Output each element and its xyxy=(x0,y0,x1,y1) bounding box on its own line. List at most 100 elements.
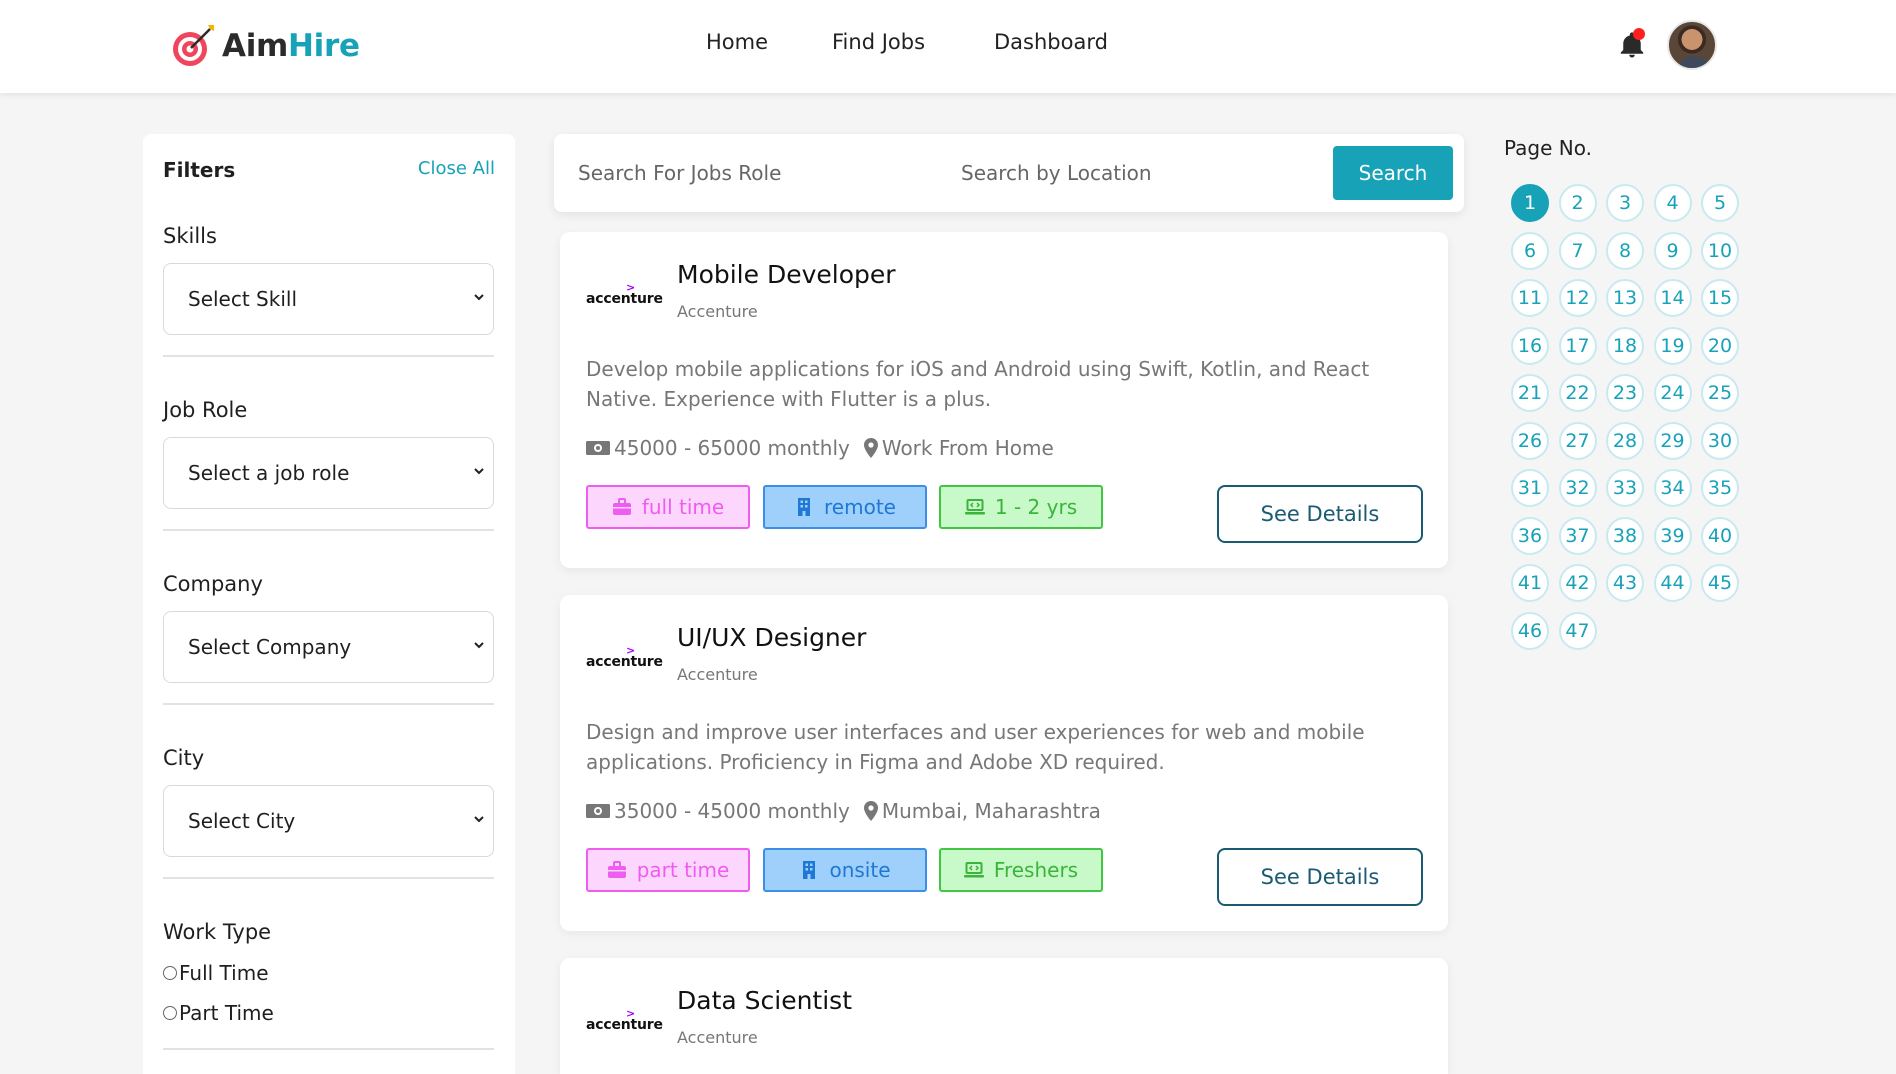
page-22-button[interactable]: 22 xyxy=(1558,374,1597,412)
divider xyxy=(163,703,494,705)
page-42-button[interactable]: 42 xyxy=(1558,564,1597,602)
see-details-button[interactable]: See Details xyxy=(1217,848,1423,906)
page-16-button[interactable]: 16 xyxy=(1511,326,1549,365)
page-30-button[interactable]: 30 xyxy=(1701,421,1739,460)
page-21-button[interactable]: 21 xyxy=(1511,374,1549,412)
job-description: Develop mobile applications for iOS and … xyxy=(586,357,1370,411)
company-logo-text: accenture xyxy=(586,1017,663,1033)
page-45-button[interactable]: 45 xyxy=(1701,564,1739,602)
job-company: Accenture xyxy=(677,302,758,321)
city-select[interactable]: Select City xyxy=(163,785,494,857)
page-23-button[interactable]: 23 xyxy=(1606,374,1644,412)
laptop-code-icon xyxy=(964,499,985,515)
page-10-button[interactable]: 10 xyxy=(1701,231,1739,270)
page-13-button[interactable]: 13 xyxy=(1606,279,1644,317)
page-38-button[interactable]: 38 xyxy=(1606,516,1644,555)
page-44-button[interactable]: 44 xyxy=(1653,564,1692,602)
job-type-tag[interactable]: full time xyxy=(586,485,750,529)
work-type-part-time[interactable]: Part Time xyxy=(163,1001,274,1025)
location-search-input[interactable] xyxy=(961,152,1321,194)
avatar[interactable] xyxy=(1667,20,1717,70)
job-role-select[interactable]: Select a job role xyxy=(163,437,494,509)
work-mode-tag[interactable]: remote xyxy=(763,485,927,529)
nav-dashboard[interactable]: Dashboard xyxy=(994,30,1108,54)
page-17-button[interactable]: 17 xyxy=(1558,326,1597,365)
page-39-button[interactable]: 39 xyxy=(1653,516,1692,555)
page-34-button[interactable]: 34 xyxy=(1653,469,1692,507)
close-all-button[interactable]: Close All xyxy=(418,158,495,179)
chevron-down-icon xyxy=(474,294,484,301)
work-type-full-time[interactable]: Full Time xyxy=(163,961,269,985)
company-label: Company xyxy=(163,572,263,596)
company-select[interactable]: Select Company xyxy=(163,611,494,683)
job-title: Data Scientist xyxy=(677,986,852,1015)
chevron-down-icon xyxy=(474,642,484,649)
nav-home[interactable]: Home xyxy=(706,30,768,54)
skills-select[interactable]: Select Skill xyxy=(163,263,494,335)
radio-button[interactable] xyxy=(163,966,177,980)
page-32-button[interactable]: 32 xyxy=(1558,469,1597,507)
page-24-button[interactable]: 24 xyxy=(1653,374,1692,412)
brand-name: AimHire xyxy=(222,28,360,64)
page-1-button[interactable]: 1 xyxy=(1511,184,1549,222)
filters-panel: Filters Close All Skills Select Skill Jo… xyxy=(143,134,515,1074)
page-11-button[interactable]: 11 xyxy=(1511,279,1549,317)
page-3-button[interactable]: 3 xyxy=(1606,184,1644,222)
job-company: Accenture xyxy=(677,665,758,684)
job-type-tag[interactable]: part time xyxy=(586,848,750,892)
city-select-value: Select City xyxy=(188,809,296,833)
page-40-button[interactable]: 40 xyxy=(1701,516,1739,555)
job-title: Mobile Developer xyxy=(677,260,896,289)
page-35-button[interactable]: 35 xyxy=(1701,469,1739,507)
page-43-button[interactable]: 43 xyxy=(1606,564,1644,602)
company-logo-text: accenture xyxy=(586,291,663,307)
page-31-button[interactable]: 31 xyxy=(1511,469,1549,507)
search-button[interactable]: Search xyxy=(1333,146,1453,200)
skills-label: Skills xyxy=(163,224,217,248)
page-28-button[interactable]: 28 xyxy=(1606,421,1644,460)
page-6-button[interactable]: 6 xyxy=(1511,231,1549,270)
page-14-button[interactable]: 14 xyxy=(1653,279,1692,317)
job-role-search-input[interactable] xyxy=(578,152,918,194)
page-46-button[interactable]: 46 xyxy=(1511,611,1549,650)
page-19-button[interactable]: 19 xyxy=(1653,326,1692,365)
job-card: > accenture UI/UX Designer Accenture Des… xyxy=(560,595,1448,931)
page-4-button[interactable]: 4 xyxy=(1653,184,1692,222)
job-card: > accenture Data Scientist Accenture xyxy=(560,958,1448,1074)
page-9-button[interactable]: 9 xyxy=(1653,231,1692,270)
page-20-button[interactable]: 20 xyxy=(1701,326,1739,365)
nav-find-jobs[interactable]: Find Jobs xyxy=(832,30,925,54)
page-36-button[interactable]: 36 xyxy=(1511,516,1549,555)
page-7-button[interactable]: 7 xyxy=(1558,231,1597,270)
page-5-button[interactable]: 5 xyxy=(1701,184,1739,222)
job-description: Design and improve user interfaces and u… xyxy=(586,720,1365,774)
page-12-button[interactable]: 12 xyxy=(1558,279,1597,317)
map-pin-icon xyxy=(863,801,878,821)
money-icon xyxy=(586,441,610,455)
page-29-button[interactable]: 29 xyxy=(1653,421,1692,460)
page-25-button[interactable]: 25 xyxy=(1701,374,1739,412)
job-role-select-value: Select a job role xyxy=(188,461,350,485)
navbar: AimHire Home Find Jobs Dashboard xyxy=(0,0,1896,93)
page-15-button[interactable]: 15 xyxy=(1701,279,1739,317)
page-26-button[interactable]: 26 xyxy=(1511,421,1549,460)
page-2-button[interactable]: 2 xyxy=(1558,184,1597,222)
page-18-button[interactable]: 18 xyxy=(1606,326,1644,365)
notification-button[interactable] xyxy=(1617,28,1647,60)
page-33-button[interactable]: 33 xyxy=(1606,469,1644,507)
radio-button[interactable] xyxy=(163,1006,177,1020)
page-37-button[interactable]: 37 xyxy=(1558,516,1597,555)
page-47-button[interactable]: 47 xyxy=(1558,611,1597,650)
map-pin-icon xyxy=(863,438,878,458)
building-icon xyxy=(803,861,816,879)
page-8-button[interactable]: 8 xyxy=(1606,231,1644,270)
brand[interactable]: AimHire xyxy=(170,22,360,70)
briefcase-icon xyxy=(612,498,631,515)
work-mode-tag[interactable]: onsite xyxy=(763,848,927,892)
experience-tag[interactable]: 1 - 2 yrs xyxy=(939,485,1103,529)
company-logo: > accenture xyxy=(586,1004,663,1034)
page-27-button[interactable]: 27 xyxy=(1558,421,1597,460)
page-41-button[interactable]: 41 xyxy=(1511,564,1549,602)
experience-tag[interactable]: Freshers xyxy=(939,848,1103,892)
see-details-button[interactable]: See Details xyxy=(1217,485,1423,543)
